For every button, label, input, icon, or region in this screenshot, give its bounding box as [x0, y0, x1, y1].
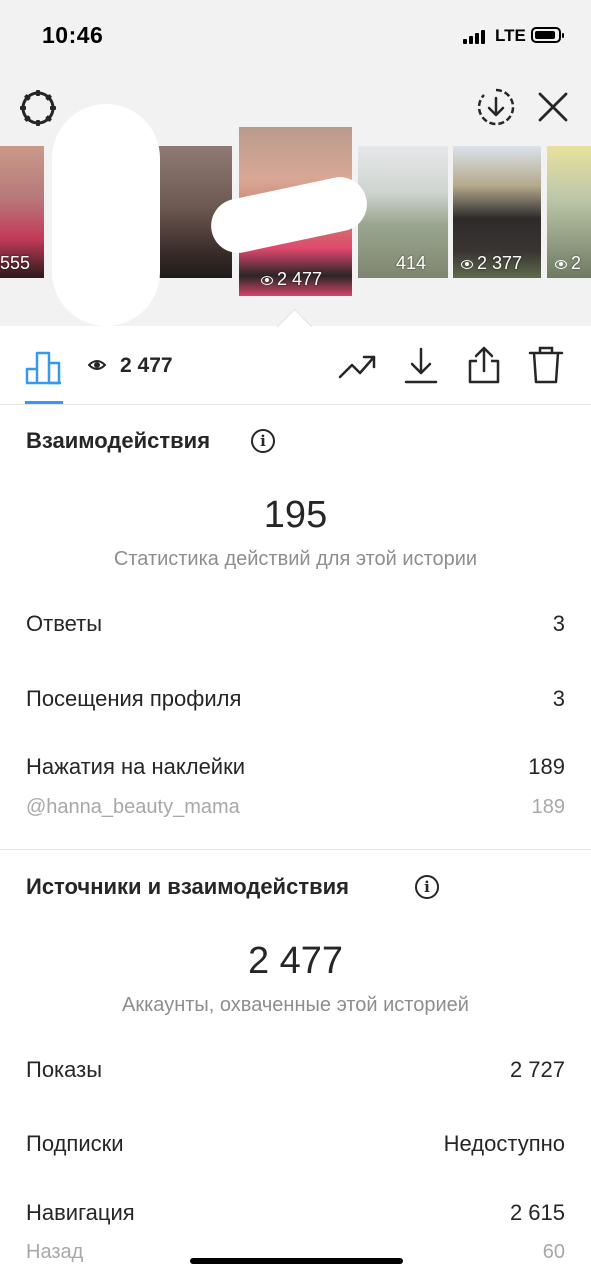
navigation-label: Навигация — [26, 1200, 135, 1225]
story-thumbnail[interactable]: 414 — [358, 146, 448, 278]
status-time: 10:46 — [42, 22, 104, 48]
promote-trend-icon[interactable] — [338, 349, 378, 383]
share-icon[interactable] — [466, 345, 502, 385]
discovery-title: Источники и взаимодействия — [26, 874, 349, 899]
info-icon[interactable]: i — [415, 875, 439, 899]
back-label: Назад — [26, 1241, 84, 1263]
download-icon[interactable] — [403, 347, 439, 385]
replies-label: Ответы — [26, 611, 103, 636]
story-views: 2 377 — [461, 253, 522, 274]
active-tab-indicator — [25, 401, 63, 404]
follows-label: Подписки — [26, 1131, 124, 1156]
back-value: 60 — [542, 1241, 565, 1263]
story-insights-toolbar: 2 477 — [0, 308, 591, 405]
sticker-taps-label: Нажатия на наклейки — [26, 754, 246, 779]
story-views: 555 — [0, 253, 31, 273]
home-indicator[interactable] — [190, 1258, 403, 1264]
follows-value: Недоступно — [443, 1131, 565, 1156]
discovery-caption: Аккаунты, охваченные этой историей — [122, 994, 469, 1016]
redaction-scribble — [52, 104, 160, 326]
eye-icon — [87, 357, 107, 373]
sticker-taps-value: 189 — [528, 754, 565, 779]
delete-trash-icon[interactable] — [528, 345, 564, 385]
status-bar: 10:46 LTE — [0, 0, 591, 72]
profile-visits-label: Посещения профиля — [26, 686, 242, 711]
story-thumbnail[interactable]: 555 — [0, 146, 44, 278]
interactions-title: Взаимодействия — [26, 428, 211, 453]
settings-gear-icon[interactable] — [18, 88, 58, 128]
impressions-value: 2 727 — [509, 1057, 565, 1082]
signal-icon — [463, 30, 489, 44]
discovery-total: 2 477 — [247, 940, 344, 982]
sticker-mention-label: @hanna_beauty_mama — [26, 796, 240, 818]
download-circle-icon[interactable] — [476, 87, 516, 127]
profile-visits-value: 3 — [552, 686, 565, 711]
sticker-mention-value: 189 — [531, 796, 565, 818]
story-views: 2 477 — [261, 269, 322, 290]
interactions-caption: Статистика действий для этой истории — [113, 548, 478, 570]
views-count: 2 477 — [120, 354, 173, 377]
replies-value: 3 — [552, 611, 565, 636]
story-views: 414 — [396, 253, 427, 273]
story-thumbnail[interactable]: 2 — [547, 146, 591, 278]
section-divider — [0, 849, 591, 850]
story-views: 2 — [555, 253, 581, 274]
interactions-total: 195 — [263, 494, 328, 536]
info-icon[interactable]: i — [251, 429, 275, 453]
battery-icon — [531, 27, 564, 43]
navigation-value: 2 615 — [509, 1200, 565, 1225]
close-icon[interactable] — [536, 90, 570, 124]
impressions-label: Показы — [26, 1057, 103, 1082]
story-thumbnail[interactable]: 2 377 — [453, 146, 541, 278]
insights-bar-chart-icon[interactable] — [25, 347, 63, 385]
network-type: LTE — [495, 26, 526, 45]
